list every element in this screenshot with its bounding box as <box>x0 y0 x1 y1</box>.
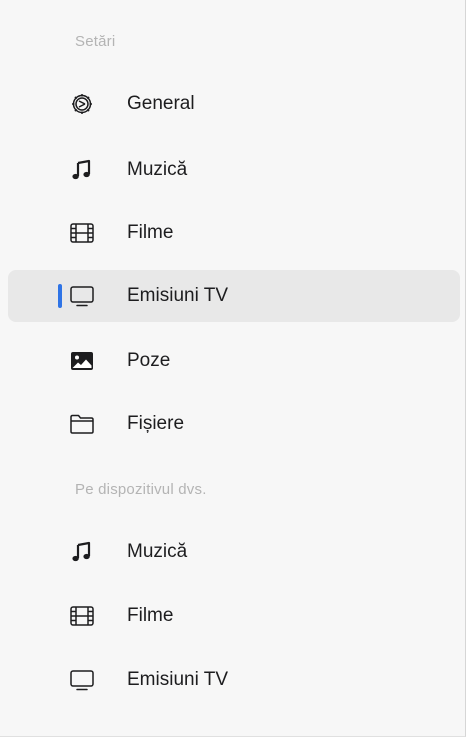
section-header-settings: Setări <box>75 33 116 50</box>
gear-icon <box>68 90 96 118</box>
sidebar-item-label: Emisiuni TV <box>127 285 229 306</box>
tv-icon <box>68 666 96 694</box>
sidebar-item-label: Muzică <box>127 159 188 180</box>
sidebar-item-label: Fișiere <box>127 413 185 434</box>
music-note-icon <box>68 538 96 566</box>
sidebar-item-device-tv-shows[interactable]: Emisiuni TV <box>8 654 460 706</box>
section-header-on-device: Pe dispozitivul dvs. <box>75 481 207 498</box>
sidebar-item-music[interactable]: Muzică <box>8 144 460 196</box>
folder-icon <box>68 410 96 438</box>
selection-indicator <box>58 284 62 308</box>
sidebar-item-files[interactable]: Fișiere <box>8 398 460 450</box>
sidebar-item-device-movies[interactable]: Filme <box>8 590 460 642</box>
film-icon <box>68 602 96 630</box>
settings-sidebar: Setări General Muzică Filme Emisiuni TV … <box>0 0 466 737</box>
sidebar-item-tv-shows[interactable]: Emisiuni TV <box>8 270 460 322</box>
sidebar-item-label: Poze <box>127 350 171 371</box>
sidebar-item-movies[interactable]: Filme <box>8 207 460 259</box>
tv-icon <box>68 282 96 310</box>
photo-icon <box>68 347 96 375</box>
sidebar-item-device-music[interactable]: Muzică <box>8 526 460 578</box>
sidebar-item-general[interactable]: General <box>8 78 460 130</box>
sidebar-item-label: Emisiuni TV <box>127 669 229 690</box>
sidebar-item-photos[interactable]: Poze <box>8 335 460 387</box>
sidebar-item-label: Filme <box>127 605 174 626</box>
sidebar-item-label: General <box>127 93 195 114</box>
music-note-icon <box>68 156 96 184</box>
sidebar-item-label: Filme <box>127 222 174 243</box>
sidebar-item-label: Muzică <box>127 541 188 562</box>
film-icon <box>68 219 96 247</box>
